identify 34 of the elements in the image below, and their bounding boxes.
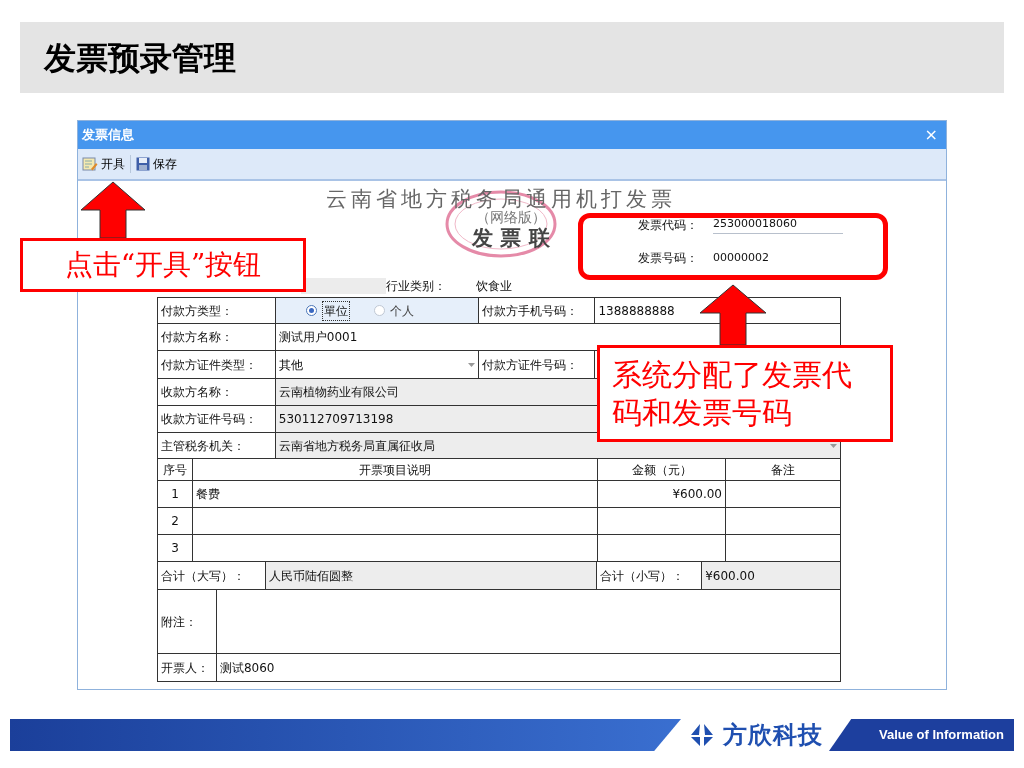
table-cell: 附注： [158,590,217,653]
table-cell: 付款方证件类型： [158,351,276,378]
issue-button[interactable]: 开具 [81,155,126,173]
invoice-copy-label: 发 票 联 [472,225,550,251]
industry-value: 饮食业 [476,278,512,295]
slide-title: 发票预录管理 [44,37,236,79]
up-arrow-icon [80,181,146,239]
field-label: 发票号码： [638,250,699,267]
invoice-subtitle: （网络版） [476,209,546,225]
form-field[interactable]: 餐费 [193,481,598,507]
brand-name: 方欣科技 [723,720,823,751]
table-cell: 合计（小写）： [597,562,703,589]
form-field[interactable]: ¥600.00 [702,562,841,589]
radio-option[interactable]: 个人 [373,301,414,320]
invoice-number-field[interactable]: 00000002 [713,249,843,267]
table-cell: 开票人： [158,654,217,681]
notepad-pencil-icon [82,157,98,171]
form-field[interactable]: 人民币陆佰圆整 [265,562,598,589]
field-label: 发票代码： [638,217,699,234]
slogan-banner: Value of Information [829,719,1014,751]
field-label: 行业类别： [386,278,447,295]
table-cell: 收款方证件号码： [158,406,276,432]
table-cell: 收款方名称： [158,379,276,405]
window-title: 发票信息 [82,126,134,145]
table-cell: 合计（大写）： [158,562,266,589]
table-cell: 付款方名称： [158,324,276,350]
annotation-tooltip: 系统分配了发票代码和发票号码 [597,345,893,442]
invoice-code-field[interactable]: 253000018060 [713,216,843,234]
table-cell: 付款方类型： [158,298,276,323]
text-field[interactable] [301,278,386,294]
caret-icon [467,362,475,367]
annotation-tooltip: 点击“开具”按钮 [20,238,306,292]
save-button[interactable]: 保存 [135,155,178,173]
table-cell: 主管税务机关： [158,433,276,458]
